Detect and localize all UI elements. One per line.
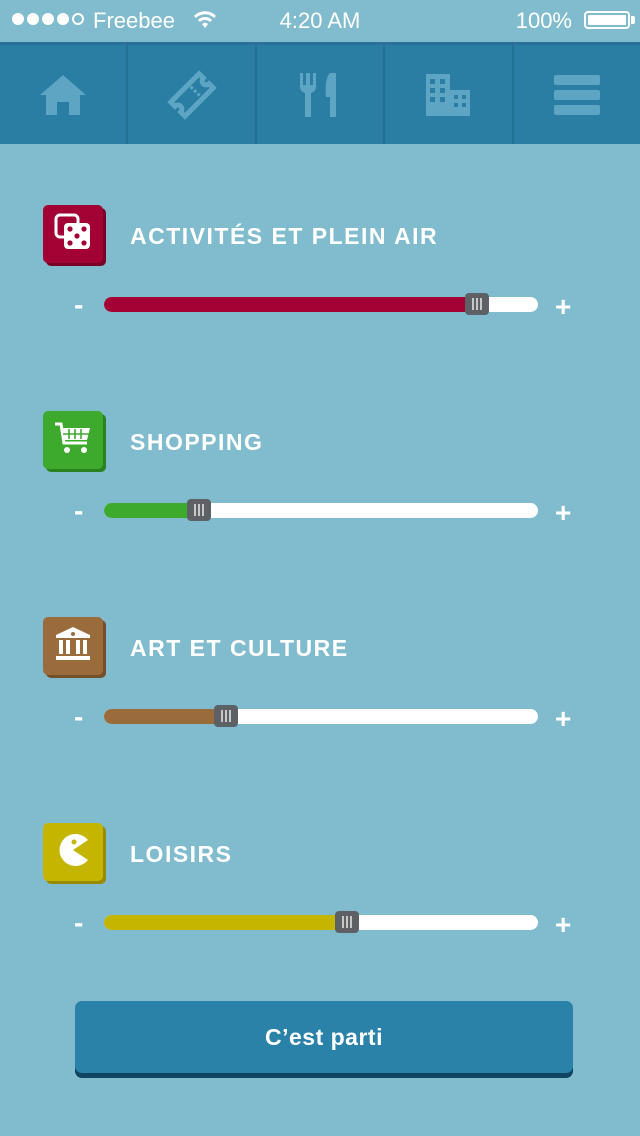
- category-icon-badge: [43, 617, 103, 675]
- slider-thumb[interactable]: [187, 499, 212, 521]
- slider-fill: [104, 709, 226, 724]
- preference-slider[interactable]: [104, 293, 538, 315]
- category-icon-badge: [43, 205, 103, 263]
- preference-slider[interactable]: [104, 499, 538, 521]
- category-shopping: SHOPPING - +: [0, 411, 640, 551]
- top-navigation: [0, 42, 640, 144]
- start-button[interactable]: C’est parti: [75, 1001, 573, 1073]
- slider-fill: [104, 915, 348, 930]
- preference-slider[interactable]: [104, 911, 538, 933]
- category-activites: ACTIVITÉS ET PLEIN AIR - +: [0, 205, 640, 345]
- home-icon: [38, 73, 88, 117]
- slider-thumb[interactable]: [465, 293, 490, 315]
- preference-slider[interactable]: [104, 705, 538, 727]
- category-icon-badge: [43, 823, 103, 881]
- status-bar: Freebee 4:20 AM 100%: [0, 0, 640, 42]
- decrease-button[interactable]: -: [74, 703, 83, 731]
- nav-restaurants[interactable]: [257, 45, 386, 144]
- nav-hotels[interactable]: [385, 45, 514, 144]
- battery-cap: [631, 16, 635, 24]
- slider-thumb[interactable]: [213, 705, 238, 727]
- cart-icon: [54, 421, 92, 460]
- category-label: LOISIRS: [130, 841, 233, 867]
- menu-icon: [553, 73, 600, 117]
- battery-icon: [584, 11, 630, 29]
- category-label: ART ET CULTURE: [130, 635, 349, 661]
- increase-button[interactable]: +: [555, 705, 571, 733]
- increase-button[interactable]: +: [555, 293, 571, 321]
- category-art-culture: ART ET CULTURE - +: [0, 617, 640, 757]
- decrease-button[interactable]: -: [74, 909, 83, 937]
- decrease-button[interactable]: -: [74, 291, 83, 319]
- increase-button[interactable]: +: [555, 499, 571, 527]
- increase-button[interactable]: +: [555, 911, 571, 939]
- pacman-icon: [55, 832, 91, 873]
- category-loisirs: LOISIRS - +: [0, 823, 640, 963]
- battery-percent: 100%: [515, 8, 572, 33]
- nav-tickets[interactable]: [128, 45, 257, 144]
- fork-knife-icon: [296, 71, 344, 119]
- nav-menu[interactable]: [514, 45, 640, 144]
- dice-icon: [54, 213, 92, 256]
- category-label: SHOPPING: [130, 429, 264, 455]
- museum-icon: [54, 626, 92, 667]
- slider-thumb[interactable]: [335, 911, 360, 933]
- slider-fill: [104, 297, 478, 312]
- category-icon-badge: [43, 411, 103, 469]
- decrease-button[interactable]: -: [74, 497, 83, 525]
- buildings-icon: [424, 72, 472, 118]
- ticket-icon: [166, 69, 217, 120]
- slider-fill: [104, 503, 200, 518]
- category-label: ACTIVITÉS ET PLEIN AIR: [130, 223, 439, 249]
- nav-home[interactable]: [0, 45, 129, 144]
